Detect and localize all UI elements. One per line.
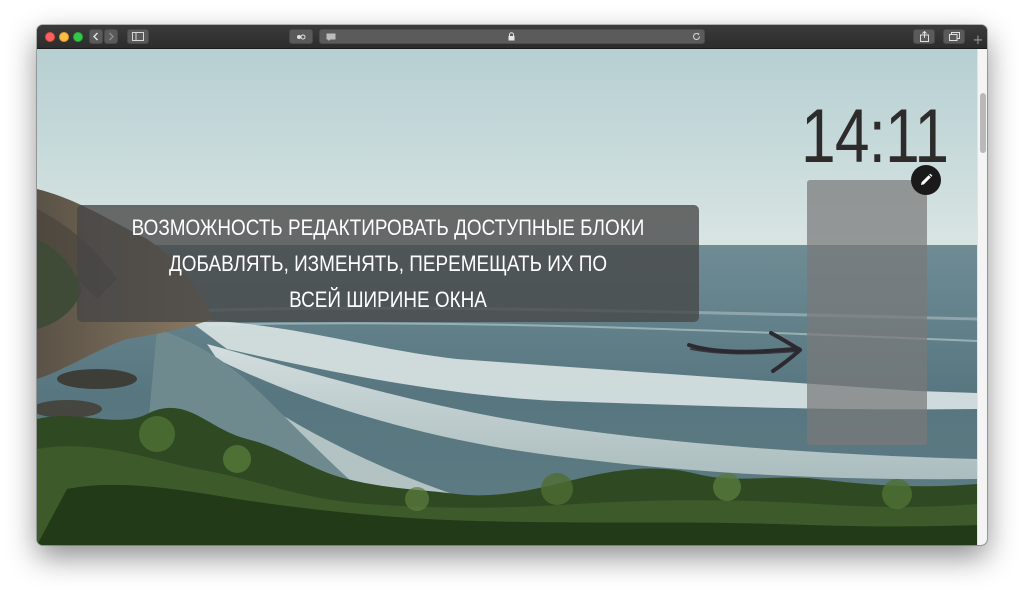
forward-button[interactable]: [104, 29, 118, 44]
back-chevron-icon: [93, 32, 98, 41]
pencil-icon: [921, 173, 933, 185]
forward-chevron-icon: [109, 32, 114, 41]
hand-drawn-arrow-icon: [687, 331, 802, 373]
address-bar[interactable]: [319, 29, 705, 44]
tabs-overview-icon: [948, 32, 960, 41]
reload-icon[interactable]: [692, 32, 701, 41]
caption-line-2: ДОБАВЛЯТЬ, ИЗМЕНЯТЬ, ПЕРЕМЕЩАТЬ ИХ ПО: [168, 251, 608, 276]
reader-icon[interactable]: [326, 33, 336, 41]
close-window-button[interactable]: [45, 32, 55, 42]
sidebar-button[interactable]: [127, 29, 149, 44]
minimize-window-button[interactable]: [59, 32, 69, 42]
caption-line-1: ВОЗМОЖНОСТЬ РЕДАКТИРОВАТЬ ДОСТУПНЫЕ БЛОК…: [131, 215, 645, 240]
lock-icon: [508, 32, 515, 41]
privacy-report-button[interactable]: [289, 29, 313, 44]
tabs-overview-button[interactable]: [943, 29, 965, 44]
page-viewport: 14:11 ВОЗМОЖНОСТЬ РЕДАКТИРОВАТЬ ДОСТУПНЫ…: [37, 49, 987, 545]
privacy-icon: [297, 34, 306, 39]
browser-window: + 14:11 ВОЗМОЖНОСТЬ РЕДАКТИРОВАТЬ ДОСТУП…: [37, 25, 987, 545]
widget-panel[interactable]: [807, 180, 927, 445]
zoom-window-button[interactable]: [73, 32, 83, 42]
share-icon: [919, 31, 929, 42]
scrollbar-thumb[interactable]: [980, 93, 986, 153]
plus-icon: +: [972, 33, 984, 48]
clock-widget[interactable]: 14:11: [801, 97, 949, 177]
browser-toolbar: +: [37, 25, 987, 49]
edit-button[interactable]: [911, 165, 941, 195]
new-tab-button[interactable]: +: [969, 32, 987, 49]
feature-caption: ВОЗМОЖНОСТЬ РЕДАКТИРОВАТЬ ДОСТУПНЫЕ БЛОК…: [77, 205, 699, 322]
share-button[interactable]: [913, 29, 935, 44]
back-button[interactable]: [89, 29, 103, 44]
sidebar-icon: [132, 32, 144, 41]
caption-line-3: ВСЕЙ ШИРИНЕ ОКНА: [289, 287, 487, 312]
vertical-scrollbar[interactable]: [977, 49, 987, 545]
